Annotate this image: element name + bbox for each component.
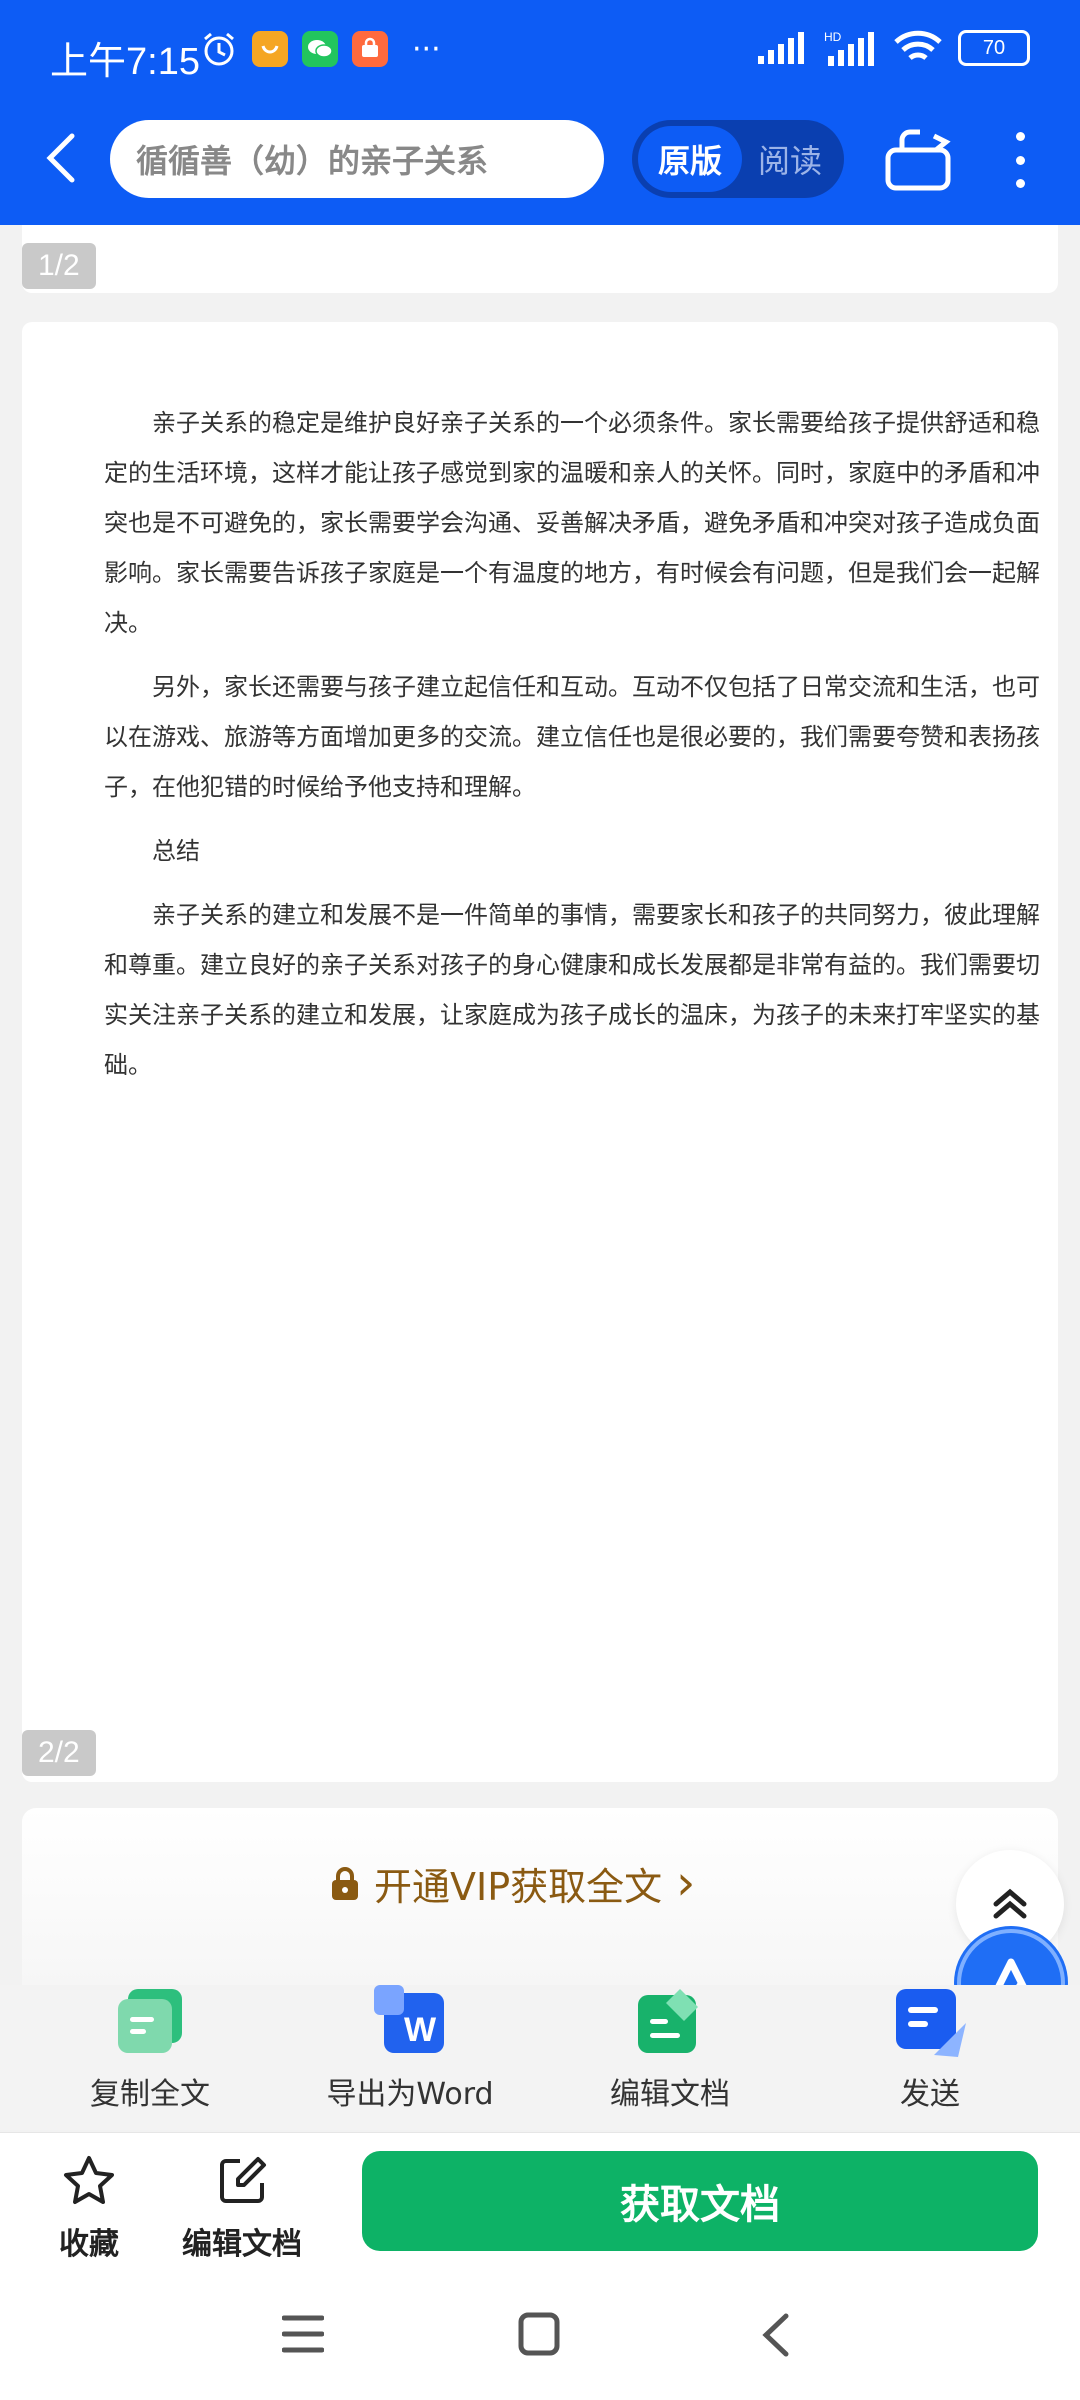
status-time: 上午7:15 [50,41,200,83]
section-heading-summary: 总结 [152,837,200,865]
menu-icon[interactable] [282,2314,324,2354]
favorite-label: 收藏 [59,2227,119,2262]
search-input-text: 循循善（幼）的亲子关系 [136,142,489,180]
page-number-badge-2: 2/2 [22,1730,96,1776]
vip-label: 开通VIP获取全文 [374,1864,663,1909]
svg-text:W: W [404,2011,437,2049]
copy-text-icon [114,1985,186,2057]
star-icon [64,2156,114,2204]
tool-label: 导出为Word [326,2077,494,2112]
edit-icon [220,2157,266,2203]
tool-label: 编辑文档 [610,2077,730,2112]
send-icon [894,1985,966,2057]
shopping-app-icon [352,31,388,67]
signal-icon [758,32,804,64]
wechat-icon [302,31,338,67]
word-export-icon: W [374,1985,446,2057]
document-page-1 [22,225,1058,293]
edit-label: 编辑文档 [182,2227,302,2262]
tools-row: 复制全文 W 导出为Word 编辑文档 发送 [0,1985,1080,2130]
tab-original[interactable]: 原版 [638,126,742,192]
top-header: 上午7:15 ··· HD 70 循循善（幼）的亲子关系 原版 阅读 [0,0,1080,225]
page-number-badge-1: 1/2 [22,243,96,289]
more-menu-icon[interactable] [1010,132,1030,188]
chevron-right-icon: › [676,1855,696,1911]
copy-all-button[interactable]: 复制全文 [20,1985,280,2113]
more-notifications-icon: ··· [412,31,441,67]
search-input[interactable]: 循循善（幼）的亲子关系 [110,120,604,198]
vip-unlock-link[interactable]: 开通VIP获取全文 › [330,1855,695,1911]
back-arrow-icon[interactable] [40,130,84,186]
tab-reading[interactable]: 阅读 [742,136,838,182]
alarm-icon [204,32,234,66]
home-icon[interactable] [518,2312,560,2356]
edit-document-button[interactable]: 编辑文档 [172,2153,312,2263]
battery-indicator: 70 [958,30,1030,66]
wifi-icon [894,30,942,61]
status-right-icons: HD 70 [758,30,1030,66]
bottom-action-bar: 收藏 编辑文档 获取文档 [0,2132,1080,2273]
taobao-app-icon [252,31,288,67]
send-button[interactable]: 发送 [800,1985,1060,2113]
tool-label: 复制全文 [90,2077,210,2112]
view-mode-toggle[interactable]: 原版 阅读 [632,120,844,198]
tool-label: 发送 [900,2077,960,2112]
document-page-2: 亲子关系的稳定是维护良好亲子关系的一个必须条件。家长需要给孩子提供舒适和稳定的生… [22,322,1058,1782]
favorite-button[interactable]: 收藏 [34,2153,144,2263]
paragraph-2: 另外，家长还需要与孩子建立起信任和互动。互动不仅包括了日常交流和生活，也可以在游… [104,673,1040,801]
document-body: 亲子关系的稳定是维护良好亲子关系的一个必须条件。家长需要给孩子提供舒适和稳定的生… [104,398,1048,1104]
rotate-screen-icon[interactable] [884,128,956,192]
status-left-icons: ··· [200,30,441,68]
system-navigation-bar [0,2272,1080,2400]
signal-hd-icon: HD [824,30,874,66]
svg-text:HD: HD [824,30,842,44]
edit-doc-icon [634,1985,706,2057]
paragraph-1: 亲子关系的稳定是维护良好亲子关系的一个必须条件。家长需要给孩子提供舒适和稳定的生… [104,409,1040,637]
system-back-icon[interactable] [760,2312,790,2358]
get-document-button[interactable]: 获取文档 [362,2151,1038,2251]
export-word-button[interactable]: W 导出为Word [280,1985,540,2113]
paragraph-3: 亲子关系的建立和发展不是一件简单的事情，需要家长和孩子的共同努力，彼此理解和尊重… [104,901,1040,1079]
lock-icon [332,1867,358,1900]
edit-document-tool-button[interactable]: 编辑文档 [540,1985,800,2113]
